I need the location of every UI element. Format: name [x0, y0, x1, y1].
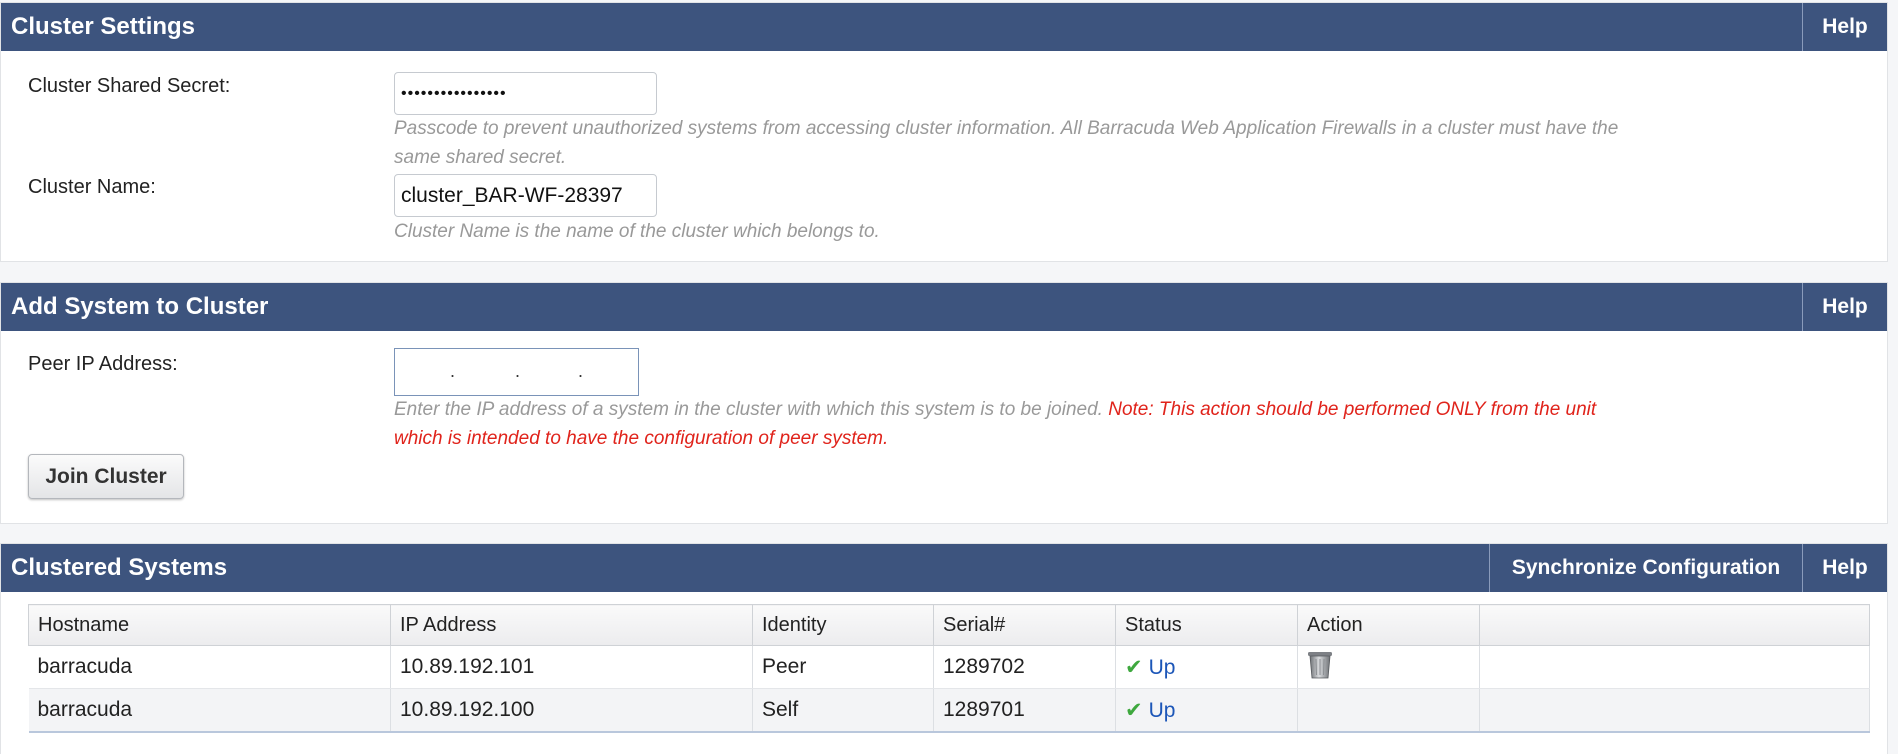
clustered-systems-help-button[interactable]: Help	[1802, 544, 1887, 592]
peer-ip-label: Peer IP Address:	[28, 353, 178, 375]
shared-secret-hint: Passcode to prevent unauthorized systems…	[394, 118, 1619, 168]
add-system-panel: Add System to Cluster Help Peer IP Addre…	[0, 282, 1888, 524]
ip-cell: 10.89.192.101	[390, 645, 753, 689]
table-row: barracuda 10.89.192.100 Self 1289701 ✔ Up	[28, 688, 1870, 733]
column-header-blank	[1479, 604, 1870, 646]
clustered-systems-header: Clustered Systems Synchronize Configurat…	[1, 544, 1887, 592]
add-system-help-button[interactable]: Help	[1802, 283, 1887, 331]
column-header-status[interactable]: Status	[1115, 604, 1298, 646]
column-header-ip-address[interactable]: IP Address	[390, 604, 753, 646]
peer-ip-hint-text: Enter the IP address of a system in the …	[394, 399, 1103, 420]
peer-ip-hint: Enter the IP address of a system in the …	[394, 395, 1624, 453]
trash-icon[interactable]	[1307, 650, 1333, 680]
peer-ip-input[interactable]: . . .	[394, 348, 639, 396]
table-row: barracuda 10.89.192.101 Peer 1289702 ✔ Up	[28, 645, 1870, 689]
ip-separator: .	[450, 361, 456, 381]
identity-cell: Self	[752, 688, 934, 733]
shared-secret-input[interactable]: ••••••••••••••••	[394, 72, 657, 115]
cluster-settings-panel: Cluster Settings Help Cluster Shared Sec…	[0, 2, 1888, 262]
clustered-systems-title: Clustered Systems	[11, 554, 228, 581]
table-header-row: Hostname IP Address Identity Serial# Sta…	[28, 604, 1870, 646]
cluster-name-hint: Cluster Name is the name of the cluster …	[394, 221, 880, 242]
clustered-systems-table: Hostname IP Address Identity Serial# Sta…	[28, 604, 1870, 733]
check-icon: ✔	[1125, 698, 1143, 722]
column-header-serial[interactable]: Serial#	[933, 604, 1116, 646]
status-cell: ✔ Up	[1115, 688, 1298, 733]
ip-separator: .	[515, 361, 521, 381]
clustered-systems-panel: Clustered Systems Synchronize Configurat…	[0, 543, 1888, 754]
join-cluster-button[interactable]: Join Cluster	[28, 454, 184, 499]
add-system-header: Add System to Cluster Help	[1, 283, 1887, 331]
blank-cell	[1479, 688, 1870, 733]
synchronize-configuration-button[interactable]: Synchronize Configuration	[1489, 544, 1802, 592]
column-header-action: Action	[1297, 604, 1480, 646]
column-header-hostname[interactable]: Hostname	[28, 604, 391, 646]
action-cell	[1297, 645, 1480, 689]
cluster-settings-header: Cluster Settings Help	[1, 3, 1887, 51]
ip-separator: .	[578, 361, 584, 381]
cluster-settings-help-button[interactable]: Help	[1802, 3, 1887, 51]
status-cell: ✔ Up	[1115, 645, 1298, 689]
column-header-identity[interactable]: Identity	[752, 604, 934, 646]
page: Cluster Settings Help Cluster Shared Sec…	[0, 0, 1898, 754]
identity-cell: Peer	[752, 645, 934, 689]
hostname-cell: barracuda	[28, 688, 391, 733]
cluster-settings-title: Cluster Settings	[11, 13, 196, 40]
check-icon: ✔	[1125, 655, 1143, 679]
status-link[interactable]: Up	[1149, 656, 1176, 679]
status-link[interactable]: Up	[1149, 699, 1176, 722]
action-cell	[1297, 688, 1480, 733]
hostname-cell: barracuda	[28, 645, 391, 689]
cluster-name-label: Cluster Name:	[28, 176, 156, 198]
blank-cell	[1479, 645, 1870, 689]
serial-cell: 1289701	[933, 688, 1116, 733]
shared-secret-label: Cluster Shared Secret:	[28, 75, 231, 97]
serial-cell: 1289702	[933, 645, 1116, 689]
ip-cell: 10.89.192.100	[390, 688, 753, 733]
cluster-name-input[interactable]: cluster_BAR-WF-28397	[394, 174, 657, 217]
add-system-title: Add System to Cluster	[11, 293, 269, 320]
